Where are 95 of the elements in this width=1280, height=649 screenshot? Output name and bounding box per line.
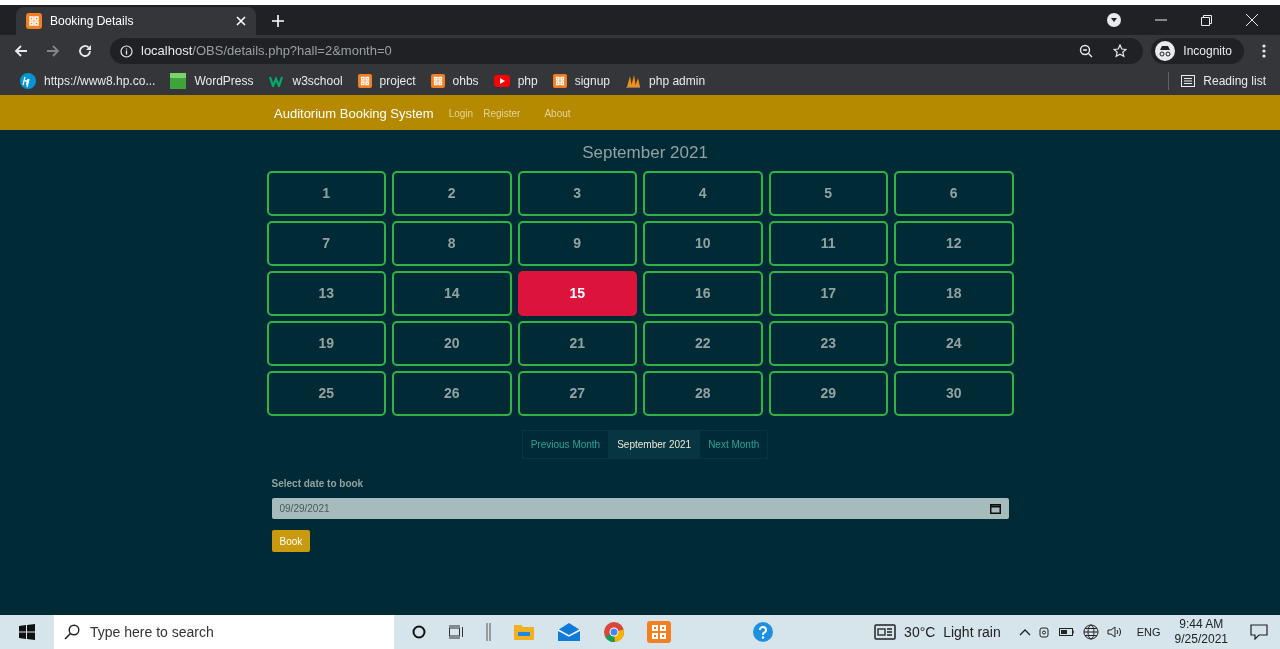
bookmark-link[interactable]: w3school	[268, 72, 343, 90]
day-button[interactable]: 16	[643, 271, 763, 316]
back-arrow-icon[interactable]	[14, 44, 28, 58]
bookmark-link[interactable]: ohbs	[430, 72, 479, 90]
news-icon[interactable]	[874, 624, 897, 640]
bookmark-link[interactable]: https://www8.hp.co...	[20, 72, 156, 90]
incognito-icon	[1155, 41, 1176, 61]
day-button[interactable]: 28	[643, 371, 763, 416]
brand-title[interactable]: Auditorium Booking System	[274, 103, 434, 124]
play-icon	[493, 75, 510, 87]
language-indicator[interactable]: ENG	[1136, 623, 1161, 641]
bookmark-link[interactable]: signup	[552, 72, 611, 90]
bookmark-link[interactable]: php admin	[625, 72, 706, 90]
camera-icon[interactable]	[1038, 625, 1051, 639]
new-tab-icon[interactable]	[272, 15, 284, 27]
bookmark-link[interactable]: WordPress	[170, 72, 254, 90]
browser-tab[interactable]: Booking Details	[16, 7, 256, 35]
day-button[interactable]: 1	[266, 171, 386, 216]
day-button[interactable]: 5	[768, 171, 888, 216]
day-button[interactable]: 2	[392, 171, 512, 216]
url-text: localhost/OBS/details.php?hall=2&month=0	[141, 42, 393, 61]
day-button[interactable]: 10	[643, 221, 763, 266]
tab-title: Booking Details	[50, 13, 135, 30]
day-button[interactable]: 27	[517, 371, 637, 416]
speaker-icon[interactable]	[1106, 625, 1123, 639]
day-button[interactable]: 15	[517, 271, 637, 316]
current-month-tab[interactable]: September 2021	[608, 431, 701, 458]
weather-text[interactable]: 30°C Light rain	[904, 621, 1001, 643]
day-button[interactable]: 6	[894, 171, 1014, 216]
w-letter-icon	[268, 75, 285, 87]
day-button[interactable]: 30	[894, 371, 1014, 416]
field-label: Select date to book	[271, 477, 364, 491]
app-icon[interactable]	[647, 621, 671, 643]
day-button[interactable]: 26	[392, 371, 512, 416]
day-button[interactable]: 20	[392, 321, 512, 366]
day-button[interactable]: 14	[392, 271, 512, 316]
app-icon	[430, 74, 445, 88]
profile-name: Incognito	[1183, 43, 1232, 60]
menu-icon[interactable]	[1262, 44, 1266, 58]
day-button[interactable]: 23	[768, 321, 888, 366]
search-icon	[64, 624, 80, 640]
month-nav-link[interactable]: Previous Month	[522, 431, 609, 458]
day-button[interactable]: 13	[266, 271, 386, 316]
month-title: September 2021	[582, 142, 708, 162]
app-icon	[26, 13, 42, 29]
day-button[interactable]: 17	[768, 271, 888, 316]
mail-icon[interactable]	[557, 623, 581, 641]
info-icon	[120, 44, 133, 58]
browser-icon[interactable]	[603, 621, 625, 643]
reload-icon[interactable]	[78, 44, 92, 58]
day-button[interactable]: 8	[392, 221, 512, 266]
cortana-circle-icon[interactable]	[412, 625, 426, 639]
date-input-field[interactable]: 09/29/2021	[271, 498, 1009, 519]
day-button[interactable]: 4	[643, 171, 763, 216]
day-button[interactable]: 12	[894, 221, 1014, 266]
bookmark-link[interactable]: project	[357, 72, 416, 90]
day-button[interactable]: 19	[266, 321, 386, 366]
forward-arrow-icon[interactable]	[46, 44, 60, 58]
chevron-up-icon[interactable]	[1018, 628, 1031, 636]
app-icon	[552, 74, 567, 88]
day-button[interactable]: 11	[768, 221, 888, 266]
divider-icon	[486, 623, 491, 641]
day-button[interactable]: 24	[894, 321, 1014, 366]
square-logo-icon	[170, 73, 187, 89]
windows-start-icon[interactable]	[19, 624, 35, 640]
month-nav-link[interactable]: Next Month	[700, 431, 768, 458]
hp-logo-icon	[20, 73, 36, 89]
help-icon[interactable]	[753, 622, 773, 642]
close-icon[interactable]	[1246, 14, 1258, 26]
reading-list-button[interactable]: Reading list	[1181, 72, 1266, 90]
restore-icon[interactable]	[1201, 14, 1212, 26]
globe-icon[interactable]	[1082, 624, 1099, 640]
day-button[interactable]: 25	[266, 371, 386, 416]
bookmark-link[interactable]: php	[493, 72, 538, 90]
star-icon[interactable]	[1113, 44, 1128, 58]
day-button[interactable]: 22	[643, 321, 763, 366]
day-button[interactable]: 9	[517, 221, 637, 266]
profile-button[interactable]: Incognito	[1151, 38, 1244, 64]
zoom-icon[interactable]	[1079, 44, 1094, 58]
reading-list-icon	[1181, 75, 1196, 87]
taskbar-search-field[interactable]: Type here to search	[54, 615, 394, 649]
day-button[interactable]: 21	[517, 321, 637, 366]
calendar-icon[interactable]	[989, 503, 1001, 514]
day-button[interactable]: 3	[517, 171, 637, 216]
folder-icon[interactable]	[513, 623, 535, 641]
dropdown-icon[interactable]	[1107, 13, 1121, 27]
day-button[interactable]: 18	[894, 271, 1014, 316]
address-bar[interactable]: localhost/OBS/details.php?hall=2&month=0	[110, 38, 1144, 64]
day-button[interactable]: 29	[768, 371, 888, 416]
battery-icon[interactable]	[1058, 627, 1075, 637]
notification-icon[interactable]	[1250, 624, 1268, 640]
clock[interactable]: 9:44 AM 9/25/2021	[1174, 617, 1228, 647]
day-button[interactable]: 7	[266, 221, 386, 266]
app-icon	[357, 74, 372, 88]
task-view-icon[interactable]	[448, 625, 464, 639]
